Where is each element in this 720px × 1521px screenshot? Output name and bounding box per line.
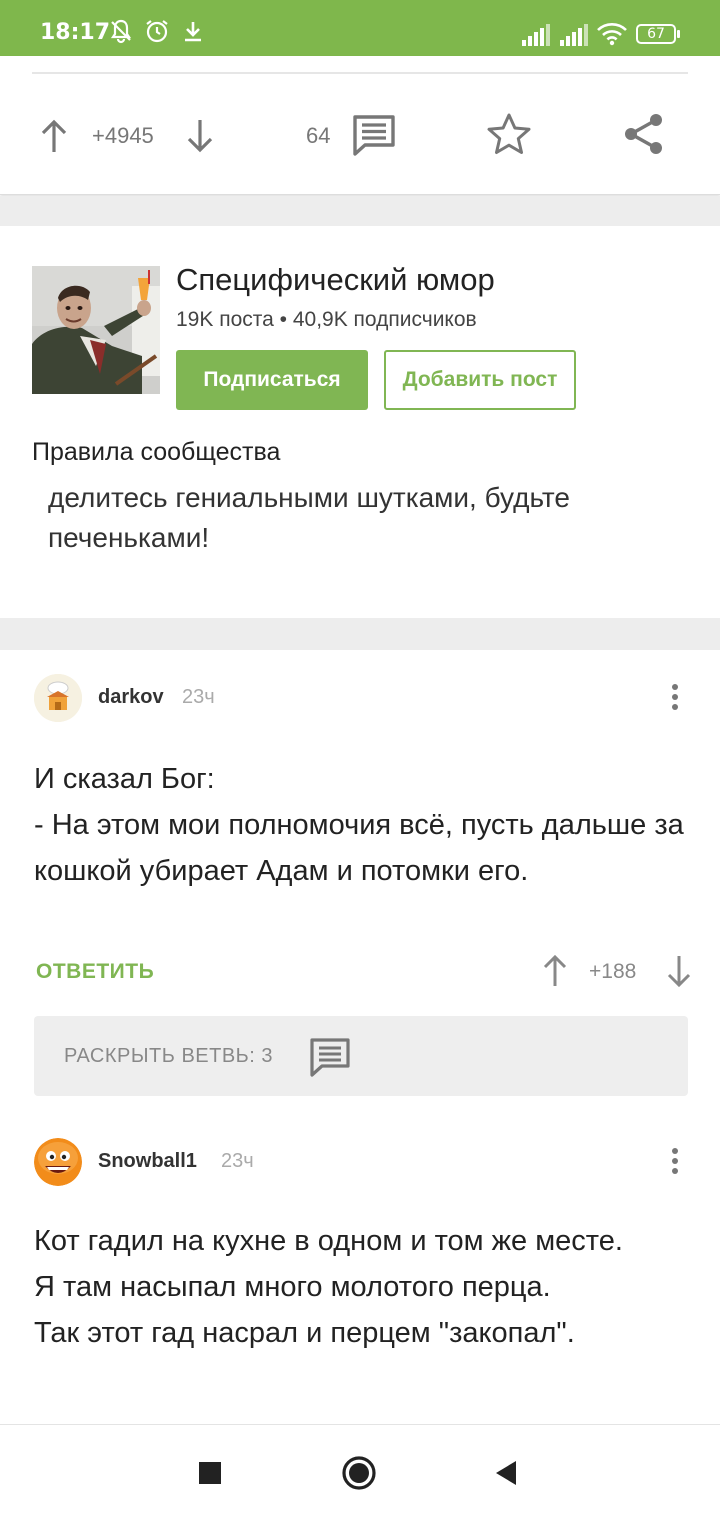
downvote-arrow-icon[interactable]	[666, 954, 692, 988]
share-icon[interactable]	[622, 112, 666, 156]
bell-off-icon	[110, 19, 132, 44]
community-card: Специфический юмор 19K поста • 40,9K под…	[0, 226, 720, 618]
rules-title: Правила сообщества	[32, 438, 281, 466]
comment-line: - На этом мои полномочия всё, пусть даль…	[34, 809, 684, 887]
battery-icon: 67	[636, 24, 676, 44]
comments-icon[interactable]	[352, 114, 396, 156]
section-separator	[0, 618, 720, 650]
community-avatar[interactable]	[32, 266, 160, 394]
post-rating: +4945	[92, 123, 154, 148]
divider	[32, 72, 688, 74]
download-icon	[185, 22, 201, 42]
comment-author[interactable]: Snowball1	[98, 1150, 197, 1173]
recents-button[interactable]	[199, 1462, 221, 1484]
reply-button[interactable]: ОТВЕТИТЬ	[36, 960, 154, 984]
avatar[interactable]	[34, 1138, 82, 1186]
comment-text: И сказал Бог: - На этом мои полномочия в…	[34, 756, 694, 894]
more-options-icon[interactable]	[672, 1148, 684, 1178]
alarm-icon	[146, 20, 168, 43]
add-post-button[interactable]: Добавить пост	[384, 350, 576, 410]
comment-rating: +188	[589, 960, 637, 983]
comments-icon	[310, 1038, 350, 1077]
system-navigation-bar	[0, 1424, 720, 1521]
avatar[interactable]	[34, 674, 82, 722]
upvote-arrow-icon[interactable]	[40, 118, 68, 154]
comment-time: 23ч	[182, 686, 215, 708]
comment-time: 23ч	[221, 1150, 254, 1172]
comment-line: И сказал Бог:	[34, 763, 215, 795]
comment: darkov 23ч И сказал Бог: - На этом мои п…	[0, 650, 720, 1016]
comment-line: Кот гадил на кухне в одном и том же мест…	[34, 1225, 623, 1257]
rules-text: делитесь гениальными шутками, будьте печ…	[48, 482, 570, 553]
status-time: 18:17	[40, 20, 111, 45]
comment-author[interactable]: darkov	[98, 686, 164, 709]
community-title[interactable]: Специфический юмор	[176, 262, 495, 298]
expand-branch-label: РАСКРЫТЬ ВЕТВЬ: 3	[64, 1045, 274, 1067]
wifi-icon	[597, 23, 627, 46]
battery-tip	[677, 30, 680, 38]
comment-text: Кот гадил на кухне в одном и том же мест…	[34, 1218, 634, 1356]
downvote-arrow-icon[interactable]	[186, 118, 214, 154]
back-button[interactable]	[494, 1459, 518, 1487]
post-actions-bar: +4945 64	[0, 56, 720, 195]
signal-icon	[522, 24, 550, 46]
star-icon[interactable]	[486, 112, 532, 156]
upvote-arrow-icon[interactable]	[542, 954, 568, 988]
comment: Snowball1 23ч Кот гадил на кухне в одном…	[0, 1114, 720, 1424]
community-stats: 19K поста • 40,9K подписчиков	[176, 308, 477, 331]
more-options-icon[interactable]	[672, 684, 684, 714]
home-button[interactable]	[341, 1455, 377, 1491]
expand-branch-button[interactable]: РАСКРЫТЬ ВЕТВЬ: 3	[34, 1016, 688, 1096]
comment-line: Я там насыпал много молотого перца.	[34, 1271, 551, 1303]
comment-line: Так этот гад насрал и перцем "закопал".	[34, 1317, 575, 1349]
battery-level: 67	[647, 26, 665, 42]
signal-icon	[560, 24, 588, 46]
subscribe-button[interactable]: Подписаться	[176, 350, 368, 410]
section-separator	[0, 196, 720, 226]
comments-count: 64	[306, 123, 331, 148]
